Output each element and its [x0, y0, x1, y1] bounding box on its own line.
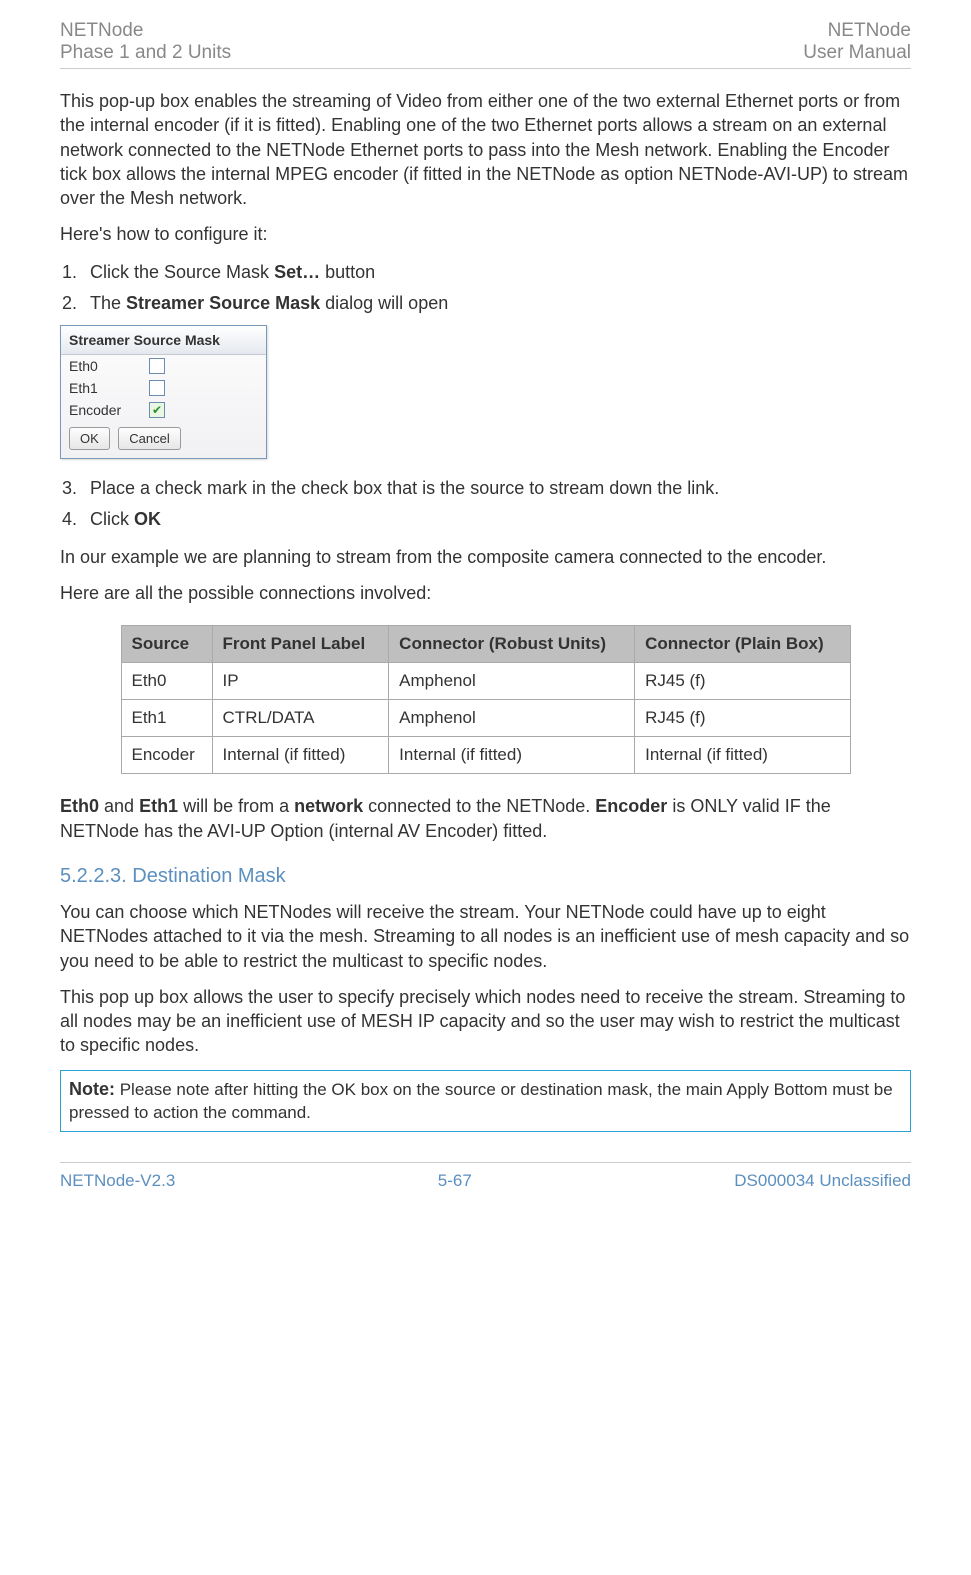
step2-bold: Streamer Source Mask — [126, 293, 320, 313]
cell: Amphenol — [389, 700, 635, 737]
network-bold: network — [294, 796, 363, 816]
dialog-row-eth1: Eth1 — [61, 377, 266, 399]
th-connector-robust: Connector (Robust Units) — [389, 626, 635, 663]
step4-pre: Click — [90, 509, 134, 529]
step-1: Click the Source Mask Set… button — [82, 259, 911, 286]
step2-pre: The — [90, 293, 126, 313]
section-heading-destination-mask: 5.2.2.3. Destination Mask — [60, 865, 911, 888]
dialog-title: Streamer Source Mask — [61, 326, 266, 355]
page-header: NETNode Phase 1 and 2 Units NETNode User… — [60, 20, 911, 69]
header-right-line2: User Manual — [803, 42, 911, 64]
encoder-bold: Encoder — [595, 796, 667, 816]
footer-right: DS000034 Unclassified — [734, 1171, 911, 1191]
cell: Encoder — [121, 737, 212, 774]
checkbox-eth1[interactable] — [149, 380, 165, 396]
checkbox-encoder[interactable] — [149, 402, 165, 418]
example-paragraph: In our example we are planning to stream… — [60, 545, 911, 569]
step-4: Click OK — [82, 506, 911, 533]
cell: RJ45 (f) — [635, 663, 850, 700]
step1-bold: Set… — [274, 262, 320, 282]
cell: Internal (if fitted) — [389, 737, 635, 774]
cell: CTRL/DATA — [212, 700, 389, 737]
cell: Internal (if fitted) — [212, 737, 389, 774]
streamer-source-mask-dialog: Streamer Source Mask Eth0 Eth1 Encoder O… — [60, 325, 267, 459]
configure-line: Here's how to configure it: — [60, 222, 911, 246]
ok-button[interactable]: OK — [69, 427, 110, 450]
footer-left: NETNode-V2.3 — [60, 1171, 175, 1191]
footer-center: 5-67 — [438, 1171, 472, 1191]
steps-list-34: Place a check mark in the check box that… — [60, 475, 911, 533]
connections-table: Source Front Panel Label Connector (Robu… — [121, 625, 851, 774]
cell: Internal (if fitted) — [635, 737, 850, 774]
connections-intro: Here are all the possible connections in… — [60, 581, 911, 605]
eth-t2: will be from a — [178, 796, 294, 816]
table-row: Eth1 CTRL/DATA Amphenol RJ45 (f) — [121, 700, 850, 737]
cell: IP — [212, 663, 389, 700]
steps-list-12: Click the Source Mask Set… button The St… — [60, 259, 911, 317]
eth1-bold: Eth1 — [139, 796, 178, 816]
cell: Eth0 — [121, 663, 212, 700]
table-row: Eth0 IP Amphenol RJ45 (f) — [121, 663, 850, 700]
destination-paragraph-1: You can choose which NETNodes will recei… — [60, 900, 911, 973]
note-text: Please note after hitting the OK box on … — [69, 1080, 893, 1122]
eth-t3: connected to the NETNode. — [363, 796, 595, 816]
header-right-line1: NETNode — [803, 20, 911, 42]
step-3: Place a check mark in the check box that… — [82, 475, 911, 502]
page-footer: NETNode-V2.3 5-67 DS000034 Unclassified — [60, 1162, 911, 1191]
step1-pre: Click the Source Mask — [90, 262, 274, 282]
step1-post: button — [320, 262, 375, 282]
intro-paragraph: This pop-up box enables the streaming of… — [60, 89, 911, 210]
destination-paragraph-2: This pop up box allows the user to speci… — [60, 985, 911, 1058]
dialog-label-eth1: Eth1 — [69, 380, 149, 396]
th-connector-plain: Connector (Plain Box) — [635, 626, 850, 663]
checkbox-eth0[interactable] — [149, 358, 165, 374]
th-source: Source — [121, 626, 212, 663]
dialog-label-eth0: Eth0 — [69, 358, 149, 374]
dialog-row-eth0: Eth0 — [61, 355, 266, 377]
step4-bold: OK — [134, 509, 161, 529]
cell: Eth1 — [121, 700, 212, 737]
cell: Amphenol — [389, 663, 635, 700]
dialog-row-encoder: Encoder — [61, 399, 266, 421]
eth-paragraph: Eth0 and Eth1 will be from a network con… — [60, 794, 911, 843]
dialog-label-encoder: Encoder — [69, 402, 149, 418]
step2-post: dialog will open — [320, 293, 448, 313]
cancel-button[interactable]: Cancel — [118, 427, 180, 450]
step-2: The Streamer Source Mask dialog will ope… — [82, 290, 911, 317]
eth-t1: and — [99, 796, 139, 816]
header-left-line2: Phase 1 and 2 Units — [60, 42, 231, 64]
eth0-bold: Eth0 — [60, 796, 99, 816]
table-row: Encoder Internal (if fitted) Internal (i… — [121, 737, 850, 774]
note-box: Note: Please note after hitting the OK b… — [60, 1070, 911, 1132]
note-label: Note: — [69, 1079, 115, 1099]
th-front-panel: Front Panel Label — [212, 626, 389, 663]
header-left-line1: NETNode — [60, 20, 231, 42]
cell: RJ45 (f) — [635, 700, 850, 737]
